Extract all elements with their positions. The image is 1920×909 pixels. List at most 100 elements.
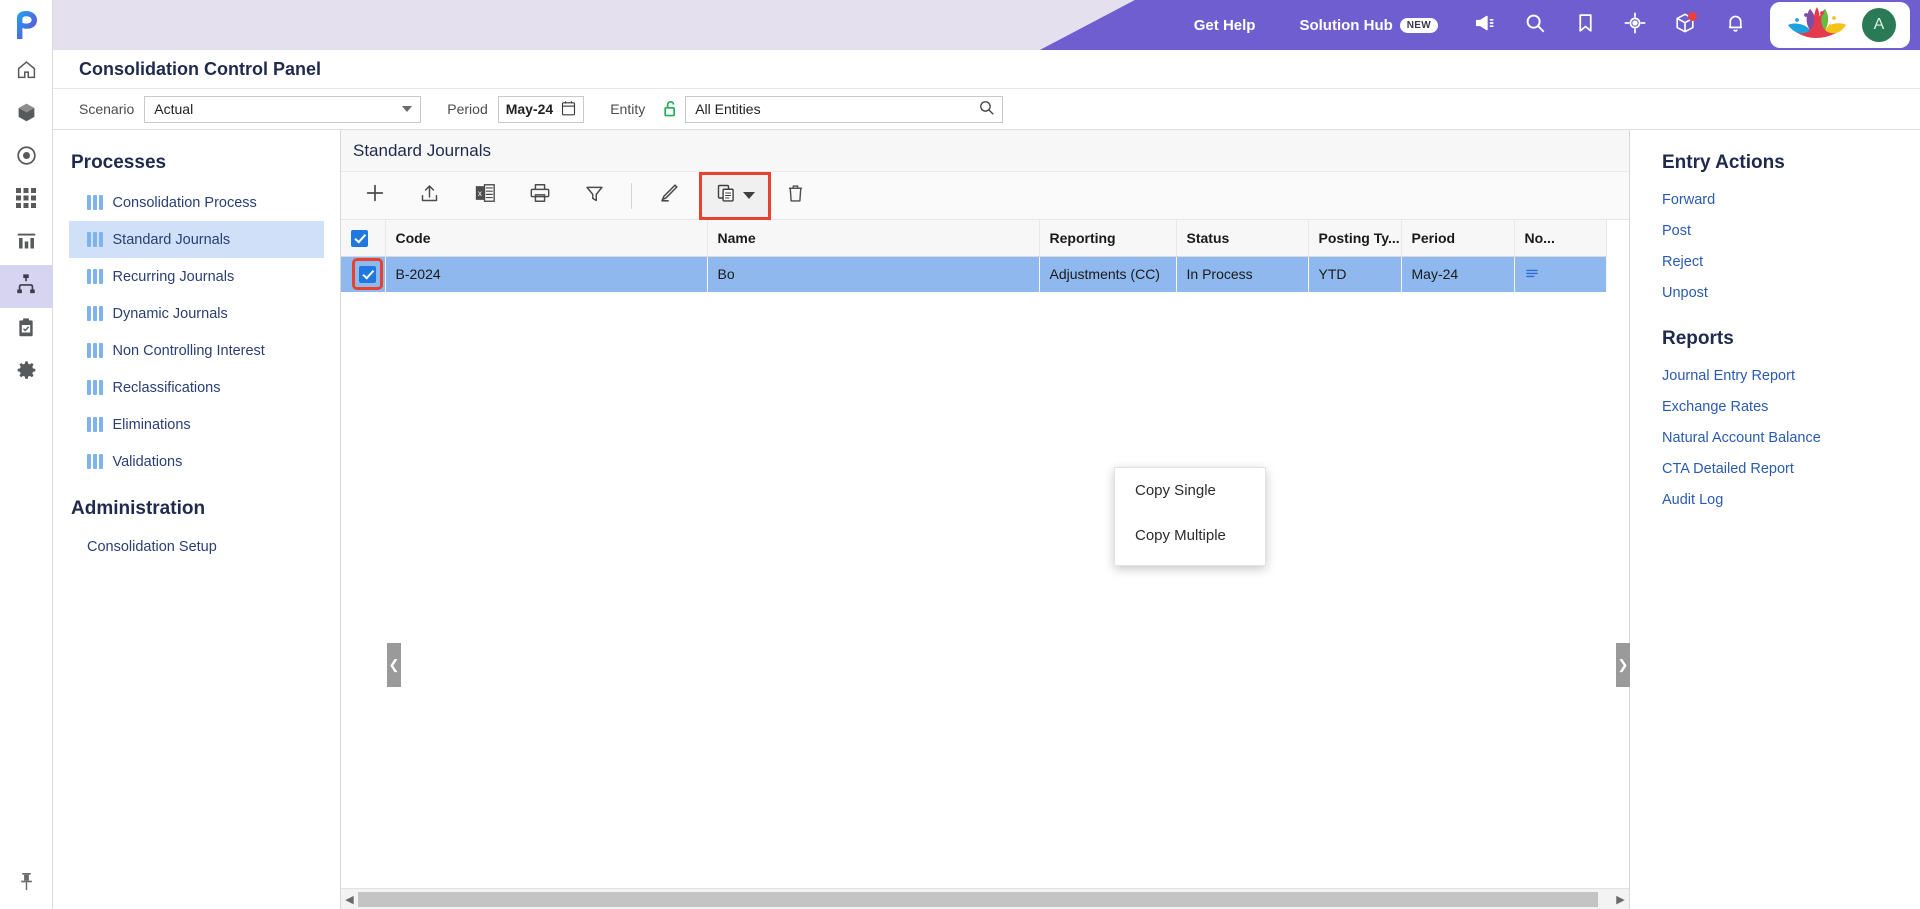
solution-hub-label: Solution Hub [1299,16,1393,34]
period-picker[interactable]: May-24 [497,95,585,123]
column-header-status[interactable]: Status [1176,220,1309,257]
scroll-left-arrow[interactable]: ◀ [341,889,358,909]
notifications-button[interactable] [1710,0,1760,50]
bars-icon [87,343,103,358]
action-reject[interactable]: Reject [1630,246,1920,277]
sidebar-item-recurring-journals[interactable]: Recurring Journals [69,258,324,295]
chevron-left-icon: ❮ [388,657,400,672]
copy-button[interactable] [699,171,771,220]
toolbar-divider [631,182,632,209]
column-header-posting-type[interactable]: Posting Ty... [1308,220,1402,257]
search-button[interactable] [1510,0,1560,50]
bars-icon [87,269,103,284]
column-header-reporting[interactable]: Reporting [1039,220,1177,257]
announcements-button[interactable] [1460,0,1510,50]
rail-item-tasks[interactable] [0,308,53,351]
horizontal-scrollbar[interactable]: ◀ ▶ [341,888,1629,909]
menu-item-copy-multiple[interactable]: Copy Multiple [1115,513,1265,558]
edit-button[interactable] [641,174,696,218]
bookmark-button[interactable] [1560,0,1610,50]
action-unpost[interactable]: Unpost [1630,277,1920,308]
sidebar-item-label: Recurring Journals [112,268,235,285]
entity-label: Entity [610,101,646,117]
avatar[interactable]: A [1862,8,1896,42]
rail-item-cube[interactable] [0,93,53,136]
export-excel-button[interactable]: x [457,174,512,218]
report-audit-log[interactable]: Audit Log [1630,484,1920,515]
bell-icon [1725,12,1746,39]
get-help-link[interactable]: Get Help [1194,17,1256,34]
apps-cube-button[interactable] [1660,0,1710,50]
action-post[interactable]: Post [1630,215,1920,246]
sidebar-item-label: Standard Journals [112,231,231,248]
column-header-code[interactable]: Code [385,220,708,257]
sidebar-item-dynamic-journals[interactable]: Dynamic Journals [69,295,324,332]
delete-icon [785,183,806,209]
sidebar-item-standard-journals[interactable]: Standard Journals [69,221,324,258]
unlock-icon[interactable] [663,100,678,118]
row-checkbox[interactable] [359,266,377,284]
search-icon[interactable] [978,99,995,119]
calendar-icon [561,100,576,119]
bookmark-icon [1575,12,1596,39]
scroll-right-arrow[interactable]: ▶ [1612,889,1629,909]
rail-item-chart[interactable] [0,222,53,265]
column-header-notes[interactable]: No... [1514,220,1607,257]
sidebar-item-label: Validations [112,453,183,470]
rail-item-home[interactable] [0,50,53,93]
rail-item-target[interactable] [0,136,53,179]
delete-button[interactable] [768,174,823,218]
menu-item-copy-single[interactable]: Copy Single [1115,468,1265,513]
sidebar-item-non-controlling-interest[interactable]: Non Controlling Interest [69,332,324,369]
entry-actions-panel: Entry Actions Forward Post Reject Unpost… [1630,130,1920,909]
scrollbar-thumb[interactable] [358,891,1598,907]
select-all-header[interactable] [341,220,386,257]
collapse-right-panel-handle[interactable]: ❯ [1616,643,1630,687]
copy-icon [716,183,736,208]
pin-button[interactable] [0,859,53,909]
filter-button[interactable] [567,174,622,218]
column-header-period[interactable]: Period [1401,220,1515,257]
sidebar-item-eliminations[interactable]: Eliminations [69,406,324,443]
rail-item-hierarchy[interactable] [0,265,53,308]
journals-grid-wrapper: Code Name Reporting Status Posting Ty...… [341,220,1629,866]
sidebar-item-consolidation-process[interactable]: Consolidation Process [69,184,324,221]
report-exchange-rates[interactable]: Exchange Rates [1630,391,1920,422]
rail-item-grid[interactable] [0,179,53,222]
row-select-cell[interactable] [341,256,386,292]
select-all-checkbox[interactable] [351,229,368,247]
notes-icon [1525,266,1539,282]
solution-hub-link[interactable]: Solution Hub NEW [1299,17,1438,34]
filter-bar: Scenario Actual Period May-24 Entity All… [53,88,1920,130]
sidebar-item-reclassifications[interactable]: Reclassifications [69,369,324,406]
report-journal-entry[interactable]: Journal Entry Report [1630,360,1920,391]
action-forward[interactable]: Forward [1630,184,1920,215]
report-cta-detailed[interactable]: CTA Detailed Report [1630,453,1920,484]
search-icon [1524,12,1546,39]
left-icon-rail [0,0,53,909]
import-button[interactable] [402,174,457,218]
sidebar-item-label: Dynamic Journals [112,305,228,322]
entity-search-field[interactable]: All Entities [685,95,1004,123]
chart-icon [16,231,37,257]
grid-icon [16,188,36,213]
scenario-select[interactable]: Actual [144,95,422,123]
app-logo[interactable] [0,0,53,50]
report-natural-account-balance[interactable]: Natural Account Balance [1630,422,1920,453]
print-button[interactable] [512,174,567,218]
panel-gap [1630,308,1920,322]
cell-notes[interactable] [1514,256,1607,292]
sidebar-item-consolidation-setup[interactable]: Consolidation Setup [69,530,324,564]
add-button[interactable] [347,174,402,218]
scrollbar-track[interactable] [358,889,1612,909]
column-header-name[interactable]: Name [707,220,1040,257]
sidebar-item-validations[interactable]: Validations [69,443,324,480]
period-value: May-24 [505,101,554,117]
reports-title: Reports [1662,328,1734,349]
bars-icon [87,195,103,210]
top-header-bar: Get Help Solution Hub NEW A [53,0,1920,50]
collapse-left-panel-handle[interactable]: ❮ [387,643,401,687]
focus-target-button[interactable] [1610,0,1660,50]
table-row[interactable]: B-2024 Bo Adjustments (CC) In Process YT… [341,256,1607,292]
rail-item-settings[interactable] [0,351,53,394]
